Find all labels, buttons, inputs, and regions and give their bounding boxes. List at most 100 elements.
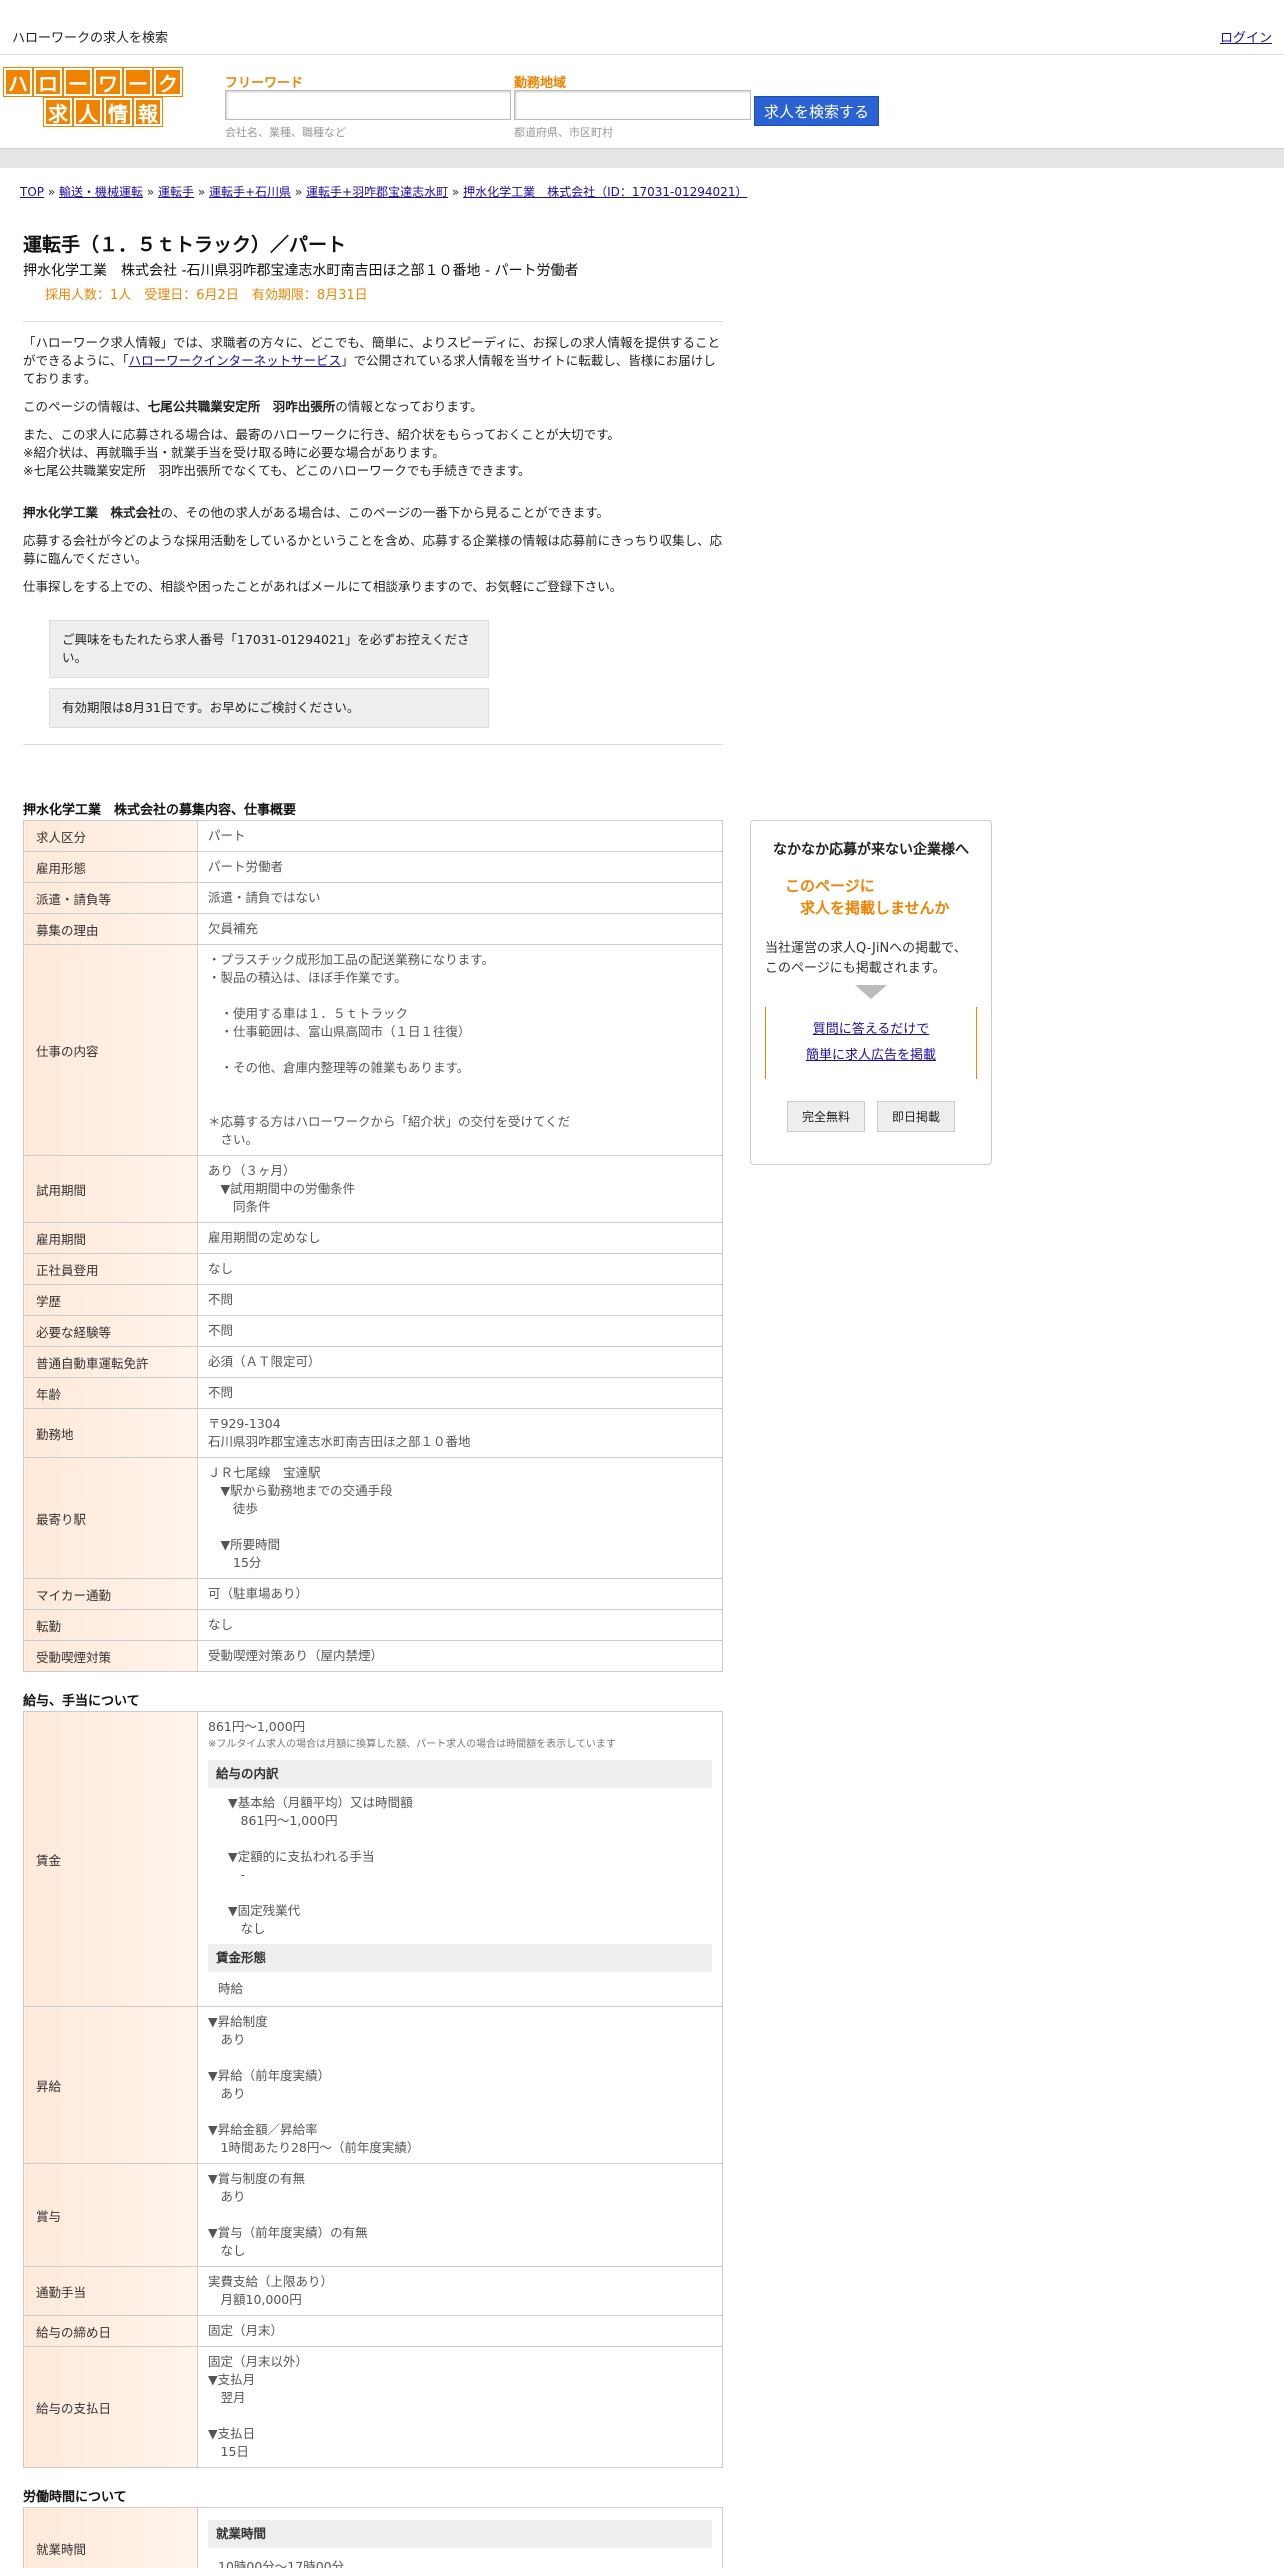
value-line: ▼試用期間中の労働条件 bbox=[208, 1181, 356, 1196]
breadcrumb-job[interactable]: 運転手 bbox=[158, 185, 194, 199]
breadcrumb-category[interactable]: 輸送・機械運転 bbox=[59, 185, 143, 199]
value-line: あり（３ヶ月） bbox=[208, 1163, 296, 1178]
value-line: 実費支給（上限あり） bbox=[208, 2274, 334, 2289]
office-paragraph: このページの情報は、七尾公共職業安定所 羽咋出張所の情報となっております。 bbox=[23, 399, 483, 414]
value-line bbox=[208, 2103, 712, 2121]
table-row-work: 仕事の内容 ・プラスチック成形加工品の配送業務になります。 ・製品の積込は、ほぼ手作… bbox=[23, 944, 723, 1156]
value-line: ▼昇給（前年度実績） bbox=[208, 2068, 331, 2083]
area-input[interactable] bbox=[514, 90, 751, 120]
top-bar: ハローワークの求人を検索 ログイン bbox=[0, 0, 1284, 55]
free-button[interactable]: 完全無料 bbox=[786, 1101, 865, 1132]
table-row-r3: 募集の理由 欠員補充 bbox=[23, 913, 723, 945]
value-line: ・製品の積込は、ほぼ手作業です。 bbox=[208, 970, 407, 985]
value-line: ▼賞与制度の有無 bbox=[208, 2171, 306, 2186]
referral-paragraph: また、この求人に応募される場合は、最寄のハローワークに行き、紹介状をもらっておく… bbox=[23, 427, 620, 478]
table-row-trial: 試用期間 あり（３ヶ月） ▼試用期間中の労働条件 同条件 bbox=[23, 1155, 723, 1223]
row-value: なし bbox=[197, 1253, 723, 1285]
row-label: 募集の理由 bbox=[23, 913, 198, 945]
row-label: 学歴 bbox=[23, 1284, 198, 1316]
row-value: ＪＲ七尾線 宝達駅 ▼駅から勤務地までの交通手段 徒歩 ▼所要時間 15分 bbox=[197, 1457, 723, 1579]
value-line bbox=[208, 2049, 712, 2067]
row-label: 通勤手当 bbox=[23, 2266, 198, 2316]
value-line: 15日 bbox=[208, 2444, 249, 2459]
ad-catchcopy: このページに 求人を掲載しませんか bbox=[785, 877, 950, 917]
ad-link-post[interactable]: 簡単に求人広告を掲載 bbox=[806, 1048, 936, 1063]
same-day-button[interactable]: 即日掲載 bbox=[877, 1101, 956, 1132]
value-line: 石川県羽咋郡宝達志水町南吉田ほ之部１０番地 bbox=[208, 1434, 471, 1449]
table-row-r2-1: 正社員登用 なし bbox=[23, 1253, 723, 1285]
logo-char: 人 bbox=[74, 98, 102, 126]
value-line: なし bbox=[208, 2243, 246, 2258]
hellowork-internet-link[interactable]: ハローワークインターネットサービス bbox=[129, 353, 342, 368]
value-line: 1時間あたり28円〜（前年度実績） bbox=[208, 2140, 420, 2155]
row-value: あり（３ヶ月） ▼試用期間中の労働条件 同条件 bbox=[197, 1155, 723, 1223]
free-word-hint: 会社名、業種、職種など bbox=[225, 126, 346, 139]
value-line: ・その他、倉庫内整理等の雑業もあります。 bbox=[208, 1060, 470, 1075]
row-value: 就業時間 10時00分〜17時00分 bbox=[197, 2507, 723, 2568]
value-line: ▼定額的に支払われる手当 bbox=[228, 1849, 375, 1864]
value-line: あり bbox=[208, 2086, 246, 2101]
value-line: なし bbox=[228, 1921, 266, 1936]
value-line bbox=[208, 1077, 712, 1095]
value-line bbox=[208, 1095, 712, 1113]
job-subtitle: 押水化学工業 株式会社 -石川県羽咋郡宝達志水町南吉田ほ之部１０番地 - パート… bbox=[23, 263, 579, 279]
breadcrumb-company[interactable]: 押水化学工業 株式会社（ID：17031-01294021） bbox=[463, 185, 747, 199]
value-line bbox=[208, 1041, 712, 1059]
table-row-r2-0: 雇用期間 雇用期間の定めなし bbox=[23, 1222, 723, 1254]
section-heading-salary: 給与、手当について bbox=[23, 1694, 140, 1709]
value-line: ▼基本給（月額平均）又は時間額 bbox=[228, 1795, 413, 1810]
ad-heading: なかなか応募が来ない企業様へ bbox=[773, 842, 969, 858]
row-value: 〒929-1304 石川県羽咋郡宝達志水町南吉田ほ之部１０番地 bbox=[197, 1408, 723, 1458]
ad-links: 質問に答えるだけで 簡単に求人広告を掲載 bbox=[765, 1007, 977, 1079]
row-value: 固定（月末以外） ▼支払月 翌月 ▼支払日 15日 bbox=[197, 2346, 723, 2468]
table-row-r2: 派遣・請負等 派遣・請負ではない bbox=[23, 882, 723, 914]
breadcrumb: TOP » 輸送・機械運転 » 運転手 » 運転手+石川県 » 運転手+羽咋郡宝… bbox=[20, 185, 748, 199]
expiry-notice: 有効期限は8月31日です。お早めにご検討ください。 bbox=[49, 688, 489, 728]
logo-char: 報 bbox=[134, 98, 162, 126]
value-line: ▼所要時間 bbox=[208, 1537, 281, 1552]
value-line: 861円〜1,000円 bbox=[228, 1813, 338, 1828]
logo-char: ー bbox=[124, 68, 152, 96]
ad-description: 当社運営の求人Q-JiNへの掲載で、 このページにも掲載されます。 bbox=[765, 941, 967, 976]
value-line: あり bbox=[208, 2032, 246, 2047]
value-line: 固定（月末以外） bbox=[208, 2354, 309, 2369]
row-value: 欠員補充 bbox=[197, 913, 723, 945]
breadcrumb-job-town[interactable]: 運転手+羽咋郡宝達志水町 bbox=[306, 185, 448, 199]
table-row-close: 給与の締め日 固定（月末） bbox=[23, 2315, 723, 2347]
row-value: ・プラスチック成形加工品の配送業務になります。 ・製品の積込は、ほぼ手作業です。 … bbox=[197, 944, 723, 1156]
salary-table: 賃金 861円〜1,000円 ※フルタイム求人の場合は月額に換算した額、パート求人の… bbox=[23, 1711, 723, 2468]
login-link[interactable]: ログイン bbox=[1220, 27, 1272, 46]
value-line: ▼支払日 bbox=[208, 2426, 256, 2441]
intro-paragraph: 「ハローワーク求人情報」では、求職者の方々に、どこでも、簡単に、よりスピーディに… bbox=[23, 335, 721, 386]
search-header: ハローワーク 求人情報 フリーワード 会社名、業種、職種など 勤務地域 都道府県… bbox=[0, 56, 1284, 148]
row-label: 普通自動車運転免許 bbox=[23, 1346, 198, 1378]
row-label: 雇用形態 bbox=[23, 851, 198, 883]
free-word-input[interactable] bbox=[225, 90, 511, 120]
free-word-label: フリーワード bbox=[225, 76, 304, 91]
hellowork-logo[interactable]: ハローワーク 求人情報 bbox=[4, 68, 182, 126]
table-row-r3-2: 受動喫煙対策 受動喫煙対策あり（屋内禁煙） bbox=[23, 1640, 723, 1672]
row-value: 必須（ＡＴ限定可） bbox=[197, 1346, 723, 1378]
table-row-pay: 給与の支払日 固定（月末以外） ▼支払月 翌月 ▼支払日 15日 bbox=[23, 2346, 723, 2468]
ad-link-questions[interactable]: 質問に答えるだけで bbox=[813, 1022, 930, 1037]
value-line bbox=[208, 987, 712, 1005]
row-label: 転勤 bbox=[23, 1609, 198, 1641]
row-value: 不問 bbox=[197, 1284, 723, 1316]
consult-paragraph: 仕事探しをする上での、相談や困ったことがあればメールにて相談承りますので、お気軽… bbox=[23, 579, 623, 594]
value-line: ＪＲ七尾線 宝達駅 bbox=[208, 1465, 321, 1480]
value-line: ▼固定残業代 bbox=[228, 1903, 301, 1918]
breadcrumb-top[interactable]: TOP bbox=[20, 185, 44, 199]
value-line: 翌月 bbox=[208, 2390, 246, 2405]
value-line: 月額10,000円 bbox=[208, 2292, 302, 2307]
breadcrumb-job-pref[interactable]: 運転手+石川県 bbox=[209, 185, 291, 199]
value-line bbox=[208, 2206, 712, 2224]
logo-char: 情 bbox=[104, 98, 132, 126]
value-line: あり bbox=[208, 2189, 246, 2204]
search-button[interactable]: 求人を検索する bbox=[754, 96, 879, 126]
value-line: 〒929-1304 bbox=[208, 1416, 281, 1431]
row-label: 給与の支払日 bbox=[23, 2346, 198, 2468]
table-row-r2-3: 必要な経験等 不問 bbox=[23, 1315, 723, 1347]
value-line bbox=[228, 1830, 712, 1848]
job-number-notice: ご興味をもたれたら求人番号「17031-01294021」を必ずお控えください。 bbox=[49, 620, 489, 678]
table-row-r2-2: 学歴 不問 bbox=[23, 1284, 723, 1316]
